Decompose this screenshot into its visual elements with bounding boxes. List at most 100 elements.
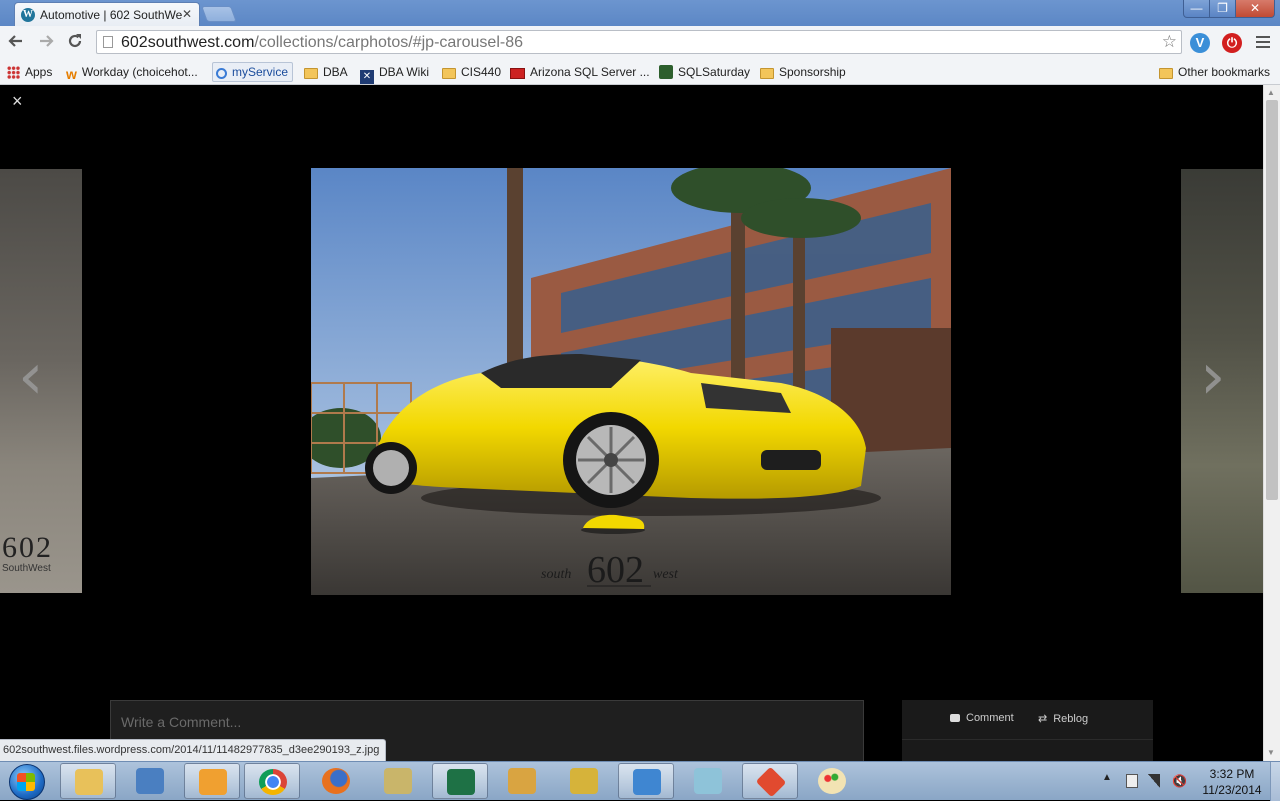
watermark-right: west — [653, 567, 679, 582]
taskbar-remote-desktop[interactable] — [122, 763, 178, 799]
bookmark-dba[interactable]: DBA — [304, 63, 348, 81]
git-icon — [755, 766, 787, 798]
bookmark-star-icon[interactable]: ☆ — [1162, 32, 1177, 52]
reload-icon[interactable] — [65, 32, 85, 52]
main-car-photo[interactable]: south 602 west — [311, 168, 951, 595]
network-icon[interactable] — [1148, 774, 1160, 788]
remote-desktop-icon — [136, 768, 164, 794]
paint-icon — [818, 768, 846, 794]
previous-arrow-icon[interactable]: ‹ — [18, 340, 44, 414]
folder-icon — [1159, 68, 1173, 79]
notes-icon — [694, 768, 722, 794]
taskbar-excel[interactable] — [432, 763, 488, 799]
bookmark-sponsorship[interactable]: Sponsorship — [760, 63, 846, 81]
windows-flag-icon — [17, 773, 35, 791]
taskbar-tools[interactable] — [494, 763, 550, 799]
lync-icon — [633, 769, 661, 795]
prev-photo-watermark-sub: SouthWest — [2, 563, 51, 574]
excel-icon — [447, 769, 475, 795]
taskbar-firefox[interactable] — [308, 763, 364, 799]
scrollbar-thumb[interactable] — [1266, 100, 1278, 500]
tab-title: Automotive | 602 SouthWest — [40, 8, 182, 22]
bookmarks-bar: Apps w Workday (choicehot... myService DB… — [0, 59, 1280, 85]
photo-actions-panel: Comment ⇄ Reblog — [902, 700, 1153, 761]
start-button[interactable] — [4, 764, 50, 800]
extension-v-icon[interactable]: V — [1190, 33, 1210, 53]
bookmark-arizona-sql[interactable]: Arizona SQL Server ... — [510, 63, 650, 81]
chrome-menu-icon[interactable] — [1256, 33, 1270, 51]
speech-bubble-icon — [950, 714, 960, 722]
workday-icon: w — [66, 66, 77, 82]
firefox-icon — [322, 768, 350, 794]
url-text: 602southwest.com/collections/carphotos/#… — [121, 34, 523, 51]
watermark-main: 602 — [587, 549, 644, 591]
bookmark-workday[interactable]: w Workday (choicehot... — [66, 63, 198, 82]
prev-photo-watermark: 602 — [2, 531, 53, 564]
tray-expand-icon[interactable]: ▲ — [1102, 772, 1112, 783]
bookmark-apps[interactable]: Apps — [7, 63, 52, 81]
arizona-sql-icon — [510, 68, 525, 79]
folder-icon — [760, 68, 774, 79]
page-icon — [103, 36, 113, 48]
bookmark-myservice[interactable]: myService — [212, 62, 294, 82]
taskbar-chrome[interactable] — [244, 763, 300, 799]
panel-divider — [902, 739, 1153, 740]
carousel-overlay: × 602 SouthWest ‹ › south 602 west Write… — [0, 85, 1263, 761]
window-close-button[interactable]: ✕ — [1235, 0, 1275, 18]
taskbar-outlook[interactable] — [184, 763, 240, 799]
battery-icon[interactable] — [1126, 774, 1138, 788]
bookmark-cis440[interactable]: CIS440 — [442, 63, 501, 81]
reblog-icon: ⇄ — [1038, 713, 1048, 725]
myservice-icon — [216, 68, 227, 79]
taskbar-notes[interactable] — [680, 763, 736, 799]
sql-management-icon — [384, 768, 412, 794]
scroll-down-icon[interactable]: ▼ — [1267, 748, 1275, 757]
taskbar-explorer[interactable] — [60, 763, 116, 799]
new-tab-button[interactable] — [201, 6, 237, 22]
browser-tab[interactable]: W Automotive | 602 SouthWest ✕ — [14, 2, 200, 26]
bookmark-sqlsaturday[interactable]: SQLSaturday — [659, 63, 750, 81]
windows-taskbar: ▲ 🔇 3:32 PM 11/23/2014 — [0, 761, 1280, 801]
page-scrollbar[interactable]: ▲ ▼ — [1263, 85, 1280, 761]
minimize-button[interactable]: — — [1183, 0, 1210, 18]
apps-grid-icon — [7, 66, 20, 79]
carousel-close-button[interactable]: × — [12, 91, 23, 112]
reblog-button[interactable]: ⇄ Reblog — [1038, 712, 1088, 725]
system-clock[interactable]: 3:32 PM 11/23/2014 — [1196, 766, 1268, 798]
tools-icon — [508, 768, 536, 794]
taskbar-ssms[interactable] — [370, 763, 426, 799]
explorer-icon — [75, 769, 103, 795]
outlook-icon — [199, 769, 227, 795]
taskbar-paint[interactable] — [804, 763, 860, 799]
maximize-button[interactable]: ❐ — [1209, 0, 1236, 18]
taskbar-database[interactable] — [556, 763, 612, 799]
comment-placeholder: Write a Comment... — [121, 714, 242, 730]
watermark-left: south — [541, 567, 571, 582]
chrome-icon — [259, 769, 287, 795]
address-bar[interactable]: 602southwest.com/collections/carphotos/#… — [96, 30, 1182, 54]
back-arrow-icon[interactable] — [6, 32, 26, 52]
browser-toolbar: 602southwest.com/collections/carphotos/#… — [0, 26, 1280, 59]
title-bar: W Automotive | 602 SouthWest ✕ — ❐ ✕ — [0, 0, 1280, 26]
clock-time: 3:32 PM — [1209, 767, 1255, 781]
folder-icon — [442, 68, 456, 79]
taskbar-lync[interactable] — [618, 763, 674, 799]
bookmark-other[interactable]: Other bookmarks — [1159, 63, 1270, 81]
status-bar-url: 602southwest.files.wordpress.com/2014/11… — [0, 739, 387, 761]
show-desktop-button[interactable] — [1270, 762, 1280, 801]
wiki-icon: ✕ — [360, 70, 374, 84]
taskbar-git[interactable] — [742, 763, 798, 799]
adblock-icon[interactable]: ⏻ — [1222, 33, 1242, 53]
next-arrow-icon[interactable]: › — [1200, 340, 1226, 414]
forward-arrow-icon[interactable] — [36, 32, 56, 52]
bookmark-dba-wiki[interactable]: ✕ DBA Wiki — [360, 63, 429, 84]
clock-date: 11/23/2014 — [1202, 783, 1262, 797]
scroll-up-icon[interactable]: ▲ — [1267, 88, 1275, 97]
comment-button[interactable]: Comment — [950, 712, 1014, 724]
wordpress-icon: W — [21, 8, 35, 22]
folder-icon — [304, 68, 318, 79]
sqlsaturday-icon — [659, 65, 673, 79]
database-icon — [570, 768, 598, 794]
volume-muted-icon[interactable]: 🔇 — [1172, 774, 1187, 788]
tab-close-icon[interactable]: ✕ — [182, 7, 192, 21]
